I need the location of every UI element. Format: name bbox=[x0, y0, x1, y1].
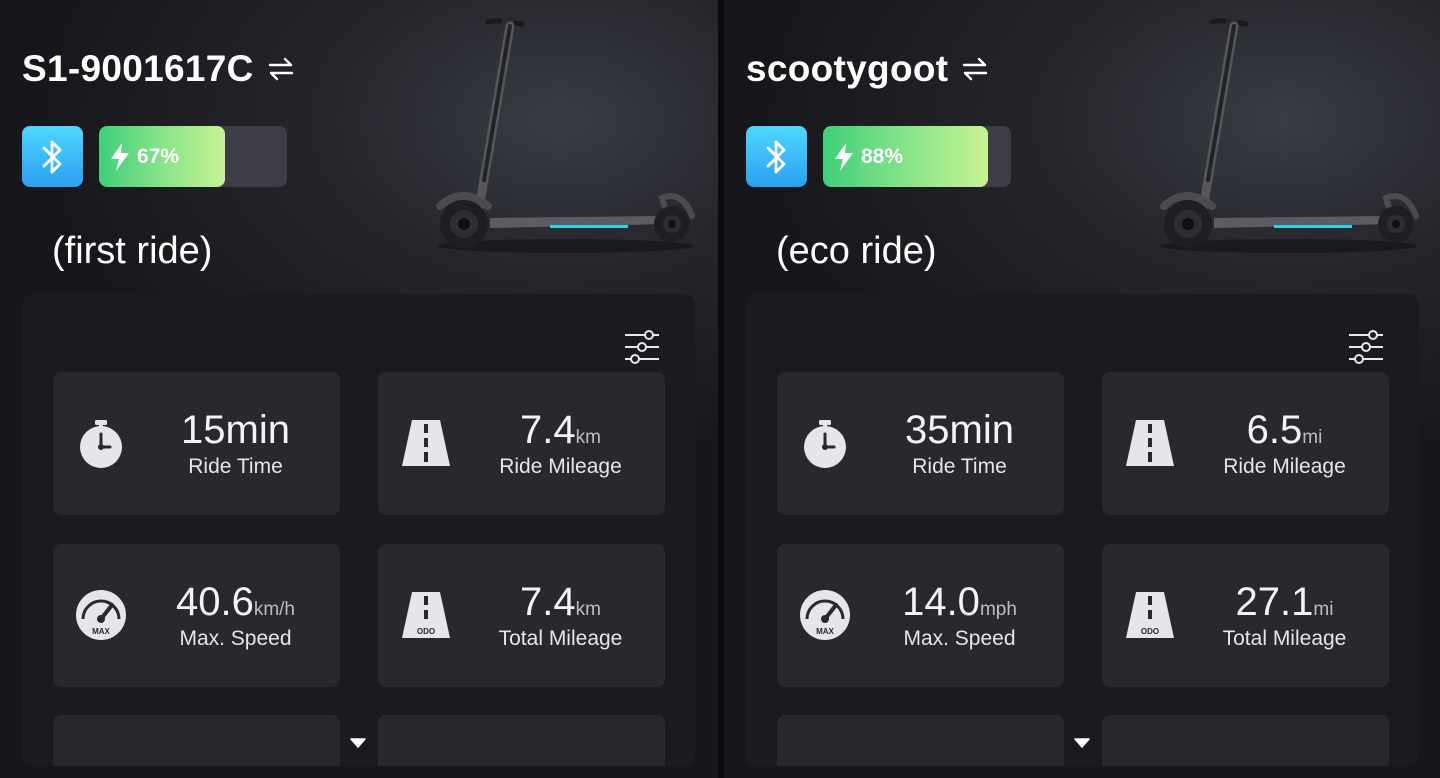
ride-mileage-label: Ride Mileage bbox=[499, 455, 622, 478]
total-mileage-tile: ODO 27.1mi Total Mileage bbox=[1102, 544, 1389, 687]
partial-tile bbox=[1102, 715, 1389, 766]
scooter-panel-right: scootygoot 88% (eco ride) 35min Ride Tim… bbox=[724, 0, 1440, 778]
max-speed-label: Max. Speed bbox=[179, 627, 292, 650]
ride-mileage-tile: 7.4km Ride Mileage bbox=[378, 372, 665, 515]
ride-mileage-unit: km bbox=[575, 427, 601, 448]
battery-percentage: 67% bbox=[137, 144, 180, 168]
lightning-icon bbox=[835, 142, 853, 171]
ride-time-label: Ride Time bbox=[912, 455, 1007, 478]
device-name: S1-9001617C bbox=[22, 48, 254, 89]
odo-icon-text: ODO bbox=[417, 627, 435, 636]
ride-mileage-value: 6.5 bbox=[1246, 408, 1303, 452]
total-mileage-unit: km bbox=[575, 599, 601, 620]
battery-indicator: 88% bbox=[823, 126, 1011, 187]
scooter-image bbox=[1160, 16, 1419, 253]
battery-indicator: 67% bbox=[99, 126, 287, 187]
max-speed-value: 14.0 bbox=[902, 580, 980, 624]
stats-card: 15min Ride Time 7.4km Ride Mileage MAX 4… bbox=[22, 294, 695, 766]
lightning-icon bbox=[111, 142, 129, 171]
ride-time-tile: 15min Ride Time bbox=[53, 372, 340, 515]
battery-percentage: 88% bbox=[861, 144, 904, 168]
road-icon bbox=[1126, 420, 1174, 466]
odometer-road-icon: ODO bbox=[1126, 592, 1174, 638]
sliders-icon[interactable] bbox=[1347, 328, 1385, 366]
ride-time-value: 35min bbox=[905, 408, 1014, 452]
swap-arrows-icon[interactable] bbox=[960, 54, 990, 84]
odometer-road-icon: ODO bbox=[402, 592, 450, 638]
odo-icon-text: ODO bbox=[1141, 627, 1159, 636]
total-mileage-unit: mi bbox=[1313, 599, 1334, 620]
total-mileage-value: 7.4 bbox=[520, 580, 576, 624]
bluetooth-button[interactable] bbox=[22, 126, 83, 187]
ride-mileage-label: Ride Mileage bbox=[1223, 455, 1346, 478]
device-name: scootygoot bbox=[746, 48, 949, 89]
stats-card: 35min Ride Time 6.5mi Ride Mileage MAX 1… bbox=[746, 294, 1419, 766]
ride-time-tile: 35min Ride Time bbox=[777, 372, 1064, 515]
ride-time-label: Ride Time bbox=[188, 455, 283, 478]
max-speed-unit: mph bbox=[979, 599, 1017, 620]
max-speed-label: Max. Speed bbox=[903, 627, 1016, 650]
speedometer-icon: MAX bbox=[800, 590, 850, 640]
device-header: scootygoot bbox=[746, 48, 990, 90]
device-header: S1-9001617C bbox=[22, 48, 296, 90]
partial-tile bbox=[777, 715, 1064, 766]
status-row: 67% bbox=[22, 126, 287, 187]
total-mileage-label: Total Mileage bbox=[1222, 627, 1347, 650]
max-speed-unit: km/h bbox=[253, 599, 296, 620]
status-row: 88% bbox=[746, 126, 1011, 187]
caret-down-icon[interactable] bbox=[1074, 738, 1090, 748]
speedometer-icon: MAX bbox=[76, 590, 126, 640]
max-speed-tile: MAX 40.6km/h Max. Speed bbox=[53, 544, 340, 687]
sliders-icon[interactable] bbox=[623, 328, 661, 366]
ride-mileage-tile: 6.5mi Ride Mileage bbox=[1102, 372, 1389, 515]
road-icon bbox=[402, 420, 450, 466]
ride-label: (first ride) bbox=[52, 230, 213, 272]
partial-tile bbox=[378, 715, 665, 766]
max-speed-value: 40.6 bbox=[175, 580, 254, 624]
max-icon-text: MAX bbox=[92, 627, 110, 636]
caret-down-icon[interactable] bbox=[350, 738, 366, 748]
max-speed-tile: MAX 14.0mph Max. Speed bbox=[777, 544, 1064, 687]
bluetooth-icon bbox=[766, 140, 785, 173]
ride-label: (eco ride) bbox=[776, 230, 937, 272]
total-mileage-tile: ODO 7.4km Total Mileage bbox=[378, 544, 665, 687]
bluetooth-button[interactable] bbox=[746, 126, 807, 187]
ride-mileage-value: 7.4 bbox=[520, 408, 576, 452]
total-mileage-value: 27.1 bbox=[1235, 580, 1314, 624]
bluetooth-icon bbox=[42, 140, 61, 173]
partial-tile bbox=[53, 715, 340, 766]
scooter-panel-left: S1-9001617C 67% (first ride) 15min Ride … bbox=[0, 0, 718, 778]
total-mileage-label: Total Mileage bbox=[498, 627, 623, 650]
scooter-image bbox=[436, 16, 695, 253]
stopwatch-icon bbox=[80, 420, 122, 468]
ride-time-value: 15min bbox=[181, 408, 290, 452]
stopwatch-icon bbox=[804, 420, 846, 468]
max-icon-text: MAX bbox=[816, 627, 834, 636]
swap-arrows-icon[interactable] bbox=[266, 54, 296, 84]
ride-mileage-unit: mi bbox=[1302, 427, 1323, 448]
